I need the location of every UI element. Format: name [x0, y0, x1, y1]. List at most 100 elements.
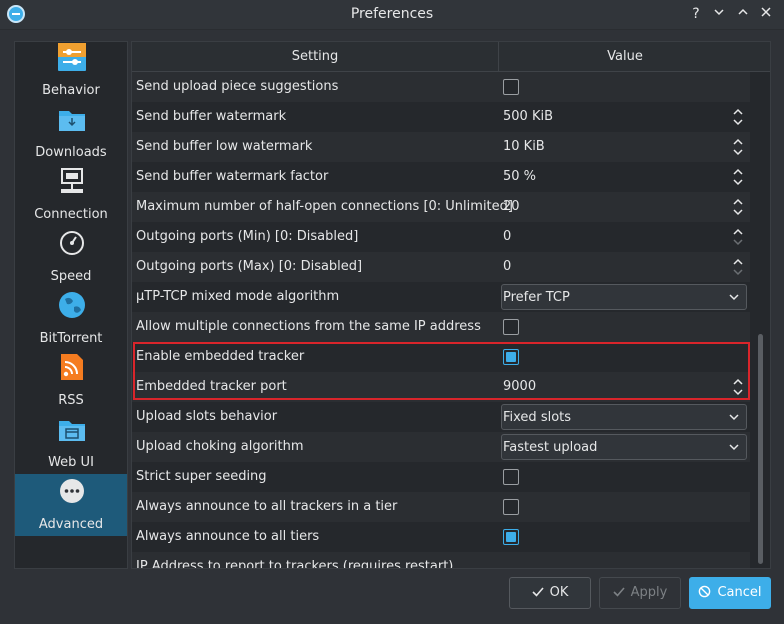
setting-value-cell: Prefer TCP [500, 282, 750, 312]
title-bar: Preferences ? [0, 0, 784, 30]
sidebar-item-label: Connection [34, 207, 108, 222]
spin-arrows-icon[interactable] [732, 167, 744, 187]
sidebar-item-label: BitTorrent [39, 331, 103, 346]
setting-checkbox[interactable] [503, 469, 519, 485]
behavior-icon [58, 43, 86, 71]
column-header-setting[interactable]: Setting [132, 42, 499, 72]
dropdown-selected-value: Fixed slots [503, 410, 572, 425]
table-row[interactable]: Maximum number of half-open connections … [132, 192, 750, 222]
setting-checkbox[interactable] [503, 79, 519, 95]
table-row[interactable]: Always announce to all tiers [132, 522, 750, 552]
setting-name: Outgoing ports (Max) [0: Disabled] [136, 259, 363, 274]
setting-value-cell [500, 72, 750, 102]
setting-checkbox[interactable] [503, 499, 519, 515]
table-row[interactable]: Send buffer watermark 500 KiB [132, 102, 750, 132]
setting-name: Always announce to all tiers [136, 529, 320, 544]
help-button[interactable]: ? [686, 4, 706, 24]
table-row[interactable]: IP Address to report to trackers (requir… [132, 552, 750, 568]
spinbox-value[interactable]: 0 [503, 222, 511, 252]
setting-checkbox[interactable] [503, 529, 519, 545]
setting-name: Outgoing ports (Min) [0: Disabled] [136, 229, 359, 244]
spin-arrows-icon[interactable] [732, 107, 744, 127]
table-row[interactable]: µTP-TCP mixed mode algorithm Prefer TCP [132, 282, 750, 312]
apply-button[interactable]: Apply [599, 577, 681, 609]
spinbox-value[interactable]: 500 KiB [503, 102, 553, 132]
setting-name: Upload slots behavior [136, 409, 278, 424]
minimize-button[interactable] [709, 4, 729, 24]
spin-arrows-icon[interactable] [732, 257, 744, 277]
spin-arrows-icon[interactable] [732, 197, 744, 217]
sidebar-item-label: RSS [58, 393, 84, 408]
setting-dropdown[interactable]: Prefer TCP [501, 284, 747, 310]
setting-value-cell: 9000 [500, 372, 750, 402]
table-row[interactable]: Strict super seeding [132, 462, 750, 492]
spin-arrows-icon[interactable] [732, 377, 744, 397]
table-row[interactable]: Allow multiple connections from the same… [132, 312, 750, 342]
setting-name: Always announce to all trackers in a tie… [136, 499, 398, 514]
setting-name: Allow multiple connections from the same… [136, 319, 481, 334]
more-dots-icon [60, 479, 84, 503]
scrollbar-thumb[interactable] [758, 334, 763, 564]
setting-checkbox[interactable] [503, 319, 519, 335]
setting-checkbox[interactable] [503, 349, 519, 365]
sidebar-item-webui[interactable]: Web UI [15, 412, 127, 474]
table-row[interactable]: Always announce to all trackers in a tie… [132, 492, 750, 522]
checkmark-icon [532, 587, 544, 597]
close-icon [761, 7, 771, 17]
setting-name: µTP-TCP mixed mode algorithm [136, 289, 340, 304]
table-row[interactable]: Outgoing ports (Min) [0: Disabled] 0 [132, 222, 750, 252]
spinbox-value[interactable]: 0 [503, 252, 511, 282]
preferences-sidebar: Behavior Downloads Connection Speed BitT… [14, 41, 128, 569]
spin-arrows-icon[interactable] [732, 227, 744, 247]
sidebar-item-connection[interactable]: Connection [15, 164, 127, 226]
table-row[interactable]: Upload slots behavior Fixed slots [132, 402, 750, 432]
table-row[interactable]: Upload choking algorithm Fastest upload [132, 432, 750, 462]
rss-icon [61, 354, 83, 380]
column-header-value[interactable]: Value [500, 42, 750, 72]
table-row[interactable]: Send buffer watermark factor 50 % [132, 162, 750, 192]
ok-button[interactable]: OK [509, 577, 591, 609]
spinbox-value[interactable]: 9000 [503, 372, 536, 402]
speedometer-icon [60, 231, 84, 255]
sidebar-item-bittorrent[interactable]: BitTorrent [15, 288, 127, 350]
table-row[interactable]: Send upload piece suggestions [132, 72, 750, 102]
globe-icon [59, 292, 85, 318]
setting-name: Embedded tracker port [136, 379, 287, 394]
setting-value-cell: Fastest upload [500, 432, 750, 462]
setting-value-cell [500, 342, 750, 372]
chevron-down-icon [729, 294, 739, 301]
table-row[interactable]: Embedded tracker port 9000 [132, 372, 750, 402]
cancel-label: Cancel [717, 585, 762, 600]
table-row[interactable]: Enable embedded tracker [132, 342, 750, 372]
spin-arrows-icon[interactable] [732, 137, 744, 157]
table-row[interactable]: Send buffer low watermark 10 KiB [132, 132, 750, 162]
maximize-button[interactable] [733, 4, 753, 24]
sidebar-item-label: Downloads [35, 145, 107, 160]
setting-value-cell [500, 462, 750, 492]
sidebar-item-label: Advanced [38, 517, 104, 532]
table-row[interactable]: Outgoing ports (Max) [0: Disabled] 0 [132, 252, 750, 282]
spinbox-value[interactable]: 20 [503, 192, 520, 222]
setting-name: Enable embedded tracker [136, 349, 305, 364]
vertical-scrollbar[interactable] [751, 72, 770, 568]
sidebar-item-advanced[interactable]: Advanced [15, 474, 127, 536]
cancel-button[interactable]: Cancel [689, 577, 771, 609]
setting-name: Send buffer watermark factor [136, 169, 329, 184]
close-button[interactable] [756, 4, 776, 24]
setting-name: Maximum number of half-open connections … [136, 199, 513, 214]
setting-name: Send upload piece suggestions [136, 79, 339, 94]
sidebar-item-speed[interactable]: Speed [15, 226, 127, 288]
setting-dropdown[interactable]: Fastest upload [501, 434, 747, 460]
ok-label: OK [549, 585, 569, 600]
webui-folder-icon [59, 421, 85, 441]
setting-dropdown[interactable]: Fixed slots [501, 404, 747, 430]
spinbox-value[interactable]: 10 KiB [503, 132, 545, 162]
cancel-icon [699, 585, 711, 598]
setting-value-cell [500, 552, 750, 568]
sidebar-item-rss[interactable]: RSS [15, 350, 127, 412]
spinbox-value[interactable]: 50 % [503, 162, 536, 192]
sidebar-item-downloads[interactable]: Downloads [15, 102, 127, 164]
sidebar-item-behavior[interactable]: Behavior [15, 42, 127, 102]
advanced-settings-table: Setting Value Send upload piece suggesti… [131, 41, 771, 569]
downloads-folder-icon [59, 111, 85, 131]
